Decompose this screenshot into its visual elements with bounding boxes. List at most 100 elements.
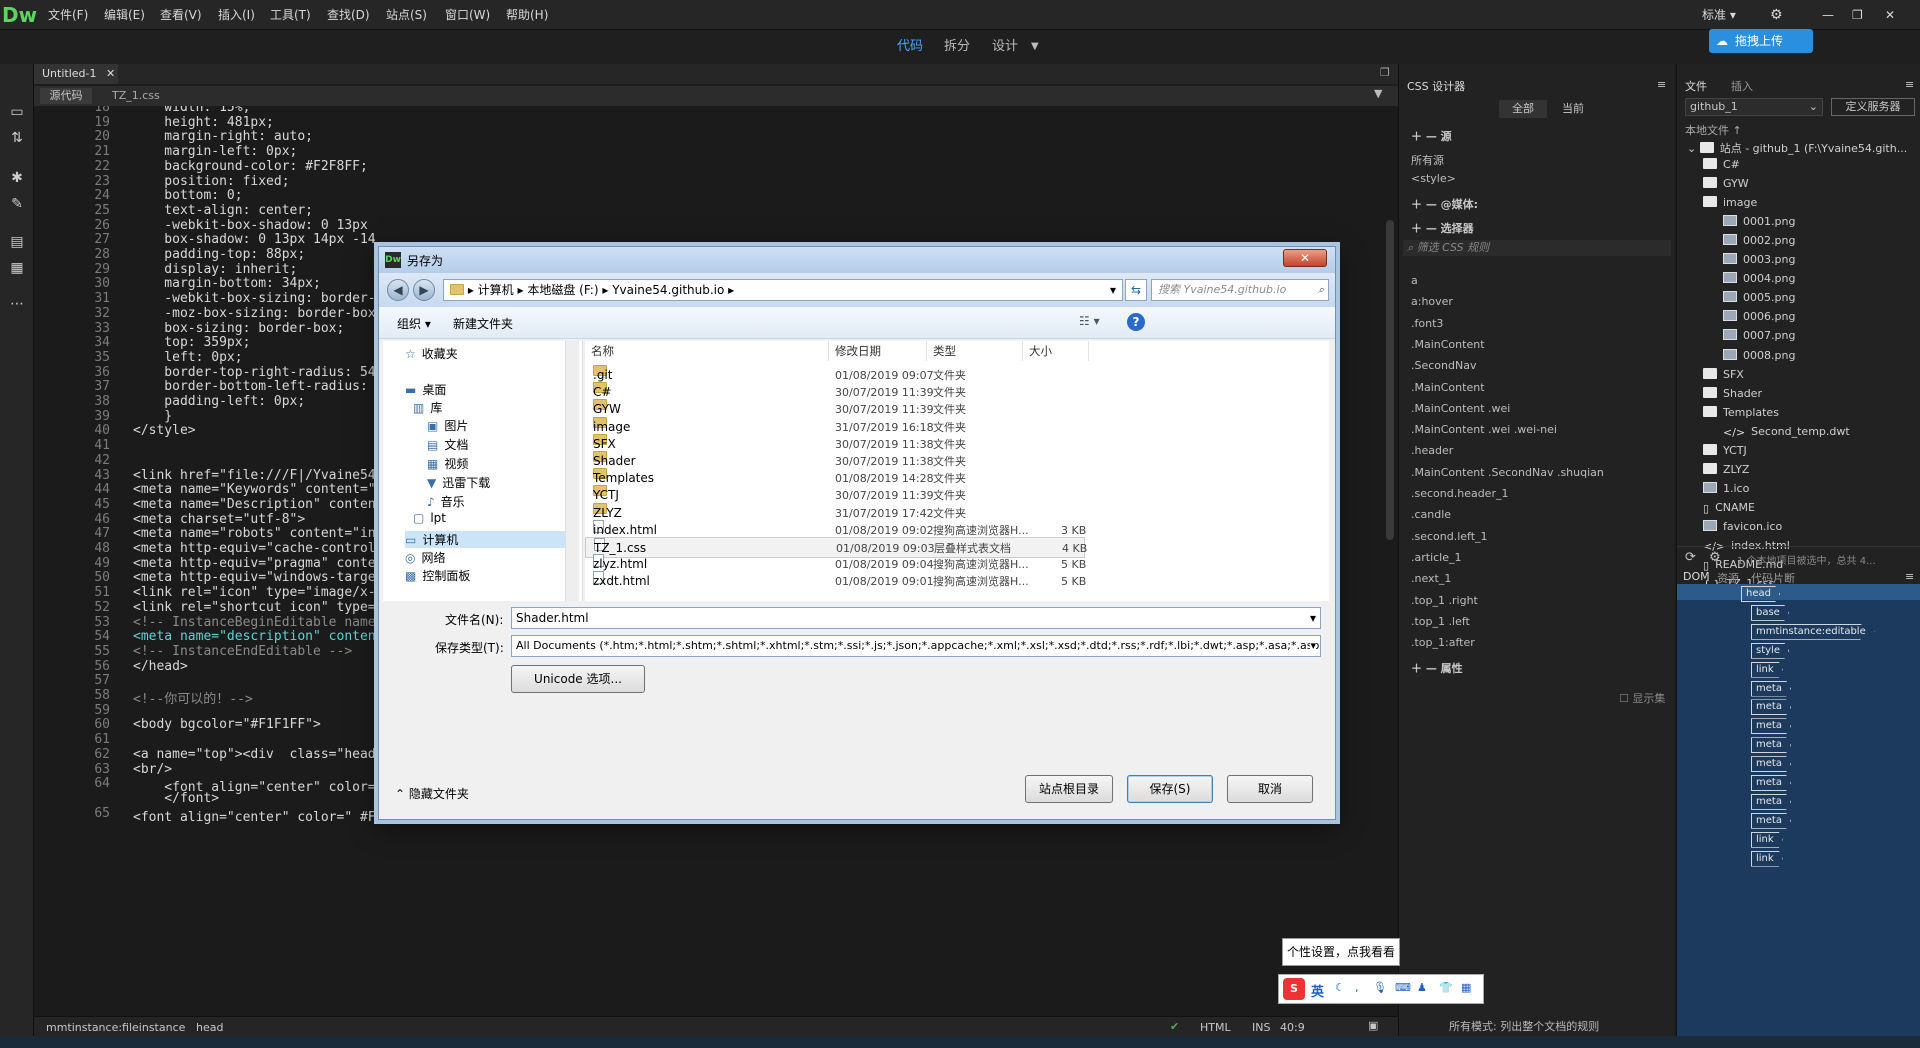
file-tree-item[interactable]: 0008.png — [1723, 348, 1795, 362]
menu-tools[interactable]: 工具(T) — [270, 0, 311, 30]
site-select[interactable]: github_1 ⌄ — [1685, 98, 1823, 116]
dom-tag[interactable]: meta — [1751, 699, 1791, 716]
path-seg-drive[interactable]: 本地磁盘 (F:) — [527, 283, 598, 297]
dialog-close-button[interactable]: ✕ — [1283, 249, 1327, 267]
properties-header[interactable]: ＋ — 属性 — [1411, 660, 1463, 676]
keyboard-icon[interactable]: ⌨ — [1395, 981, 1411, 994]
dom-tag[interactable]: meta — [1751, 756, 1791, 773]
file-tree-item[interactable]: 0004.png — [1723, 272, 1795, 285]
nav-item[interactable]: ▦ 视频 — [427, 455, 468, 472]
nav-item[interactable]: ◎ 网络 — [405, 549, 446, 566]
css-rule-item[interactable]: a:hover — [1411, 295, 1453, 308]
css-rule-item[interactable]: .second.header_1 — [1411, 487, 1508, 500]
selectors-header[interactable]: ＋ — 选择器 — [1411, 220, 1474, 236]
menu-help[interactable]: 帮助(H) — [506, 0, 548, 30]
tab-files[interactable]: 文件 — [1685, 78, 1707, 94]
help-icon[interactable]: ? — [1127, 313, 1145, 331]
filter-icon[interactable]: ▼ — [1374, 87, 1382, 100]
filename-input[interactable]: Shader.html ▾ — [511, 607, 1321, 629]
css-current-tab[interactable]: 当前 — [1549, 100, 1597, 118]
restore-icon[interactable]: ❐ — [1852, 0, 1863, 30]
css-rule-item[interactable]: .article_1 — [1411, 551, 1462, 564]
dom-tag[interactable]: meta — [1751, 680, 1791, 697]
css-rule-item[interactable]: .SecondNav — [1411, 359, 1476, 372]
mic-icon[interactable]: 🎙 — [1373, 981, 1387, 994]
brush-icon[interactable]: ✎ — [7, 194, 27, 214]
tag-selector-head[interactable]: head — [196, 1021, 223, 1034]
dom-tag[interactable]: meta — [1751, 775, 1791, 791]
tag-selector-instance[interactable]: mmtinstance:fileinstance — [46, 1021, 185, 1034]
css-rule-item[interactable]: .MainContent .SecondNav .shuqian — [1411, 466, 1604, 479]
dom-tag[interactable]: head — [1741, 586, 1780, 602]
skin-icon[interactable]: ♟ — [1417, 981, 1427, 994]
nav-item[interactable]: ☆ 收藏夹 — [405, 345, 458, 362]
file-tree-item[interactable]: 0001.png — [1723, 215, 1795, 228]
tab-insert[interactable]: 插入 — [1731, 78, 1753, 94]
css-rule-item[interactable]: .header — [1411, 444, 1453, 457]
file-tree-item[interactable]: Shader — [1703, 386, 1762, 400]
file-tree-item[interactable]: 0005.png — [1723, 291, 1795, 304]
path-seg-computer[interactable]: 计算机 — [478, 283, 514, 297]
path-seg-folder[interactable]: Yvaine54.github.io — [612, 283, 724, 297]
file-tree-item[interactable]: YCTJ — [1703, 443, 1747, 457]
dom-tag[interactable]: style — [1751, 642, 1789, 659]
site-root-button[interactable]: 站点根目录 — [1025, 775, 1113, 803]
dom-tag[interactable]: meta — [1751, 793, 1791, 810]
grid-icon[interactable]: ▦ — [1461, 981, 1471, 994]
file-tree-item[interactable]: 0003.png — [1723, 253, 1795, 266]
upload-button[interactable]: ☁ 拖拽上传 — [1709, 29, 1813, 53]
workspace-select[interactable]: 标准 ▾ — [1702, 0, 1736, 30]
connect-icon[interactable]: ⚙ — [1709, 550, 1721, 565]
menu-window[interactable]: 窗口(W) — [445, 0, 490, 30]
punct-icon[interactable]: , — [1355, 981, 1359, 994]
css-rule-item[interactable]: .next_1 — [1411, 572, 1451, 585]
css-rule-item[interactable]: .second.left_1 — [1411, 530, 1488, 543]
css-rule-item[interactable]: .MainContent — [1411, 338, 1485, 351]
close-icon[interactable]: ✕ — [1885, 0, 1895, 30]
save-type-select[interactable]: All Documents (*.htm;*.html;*.shtm;*.sht… — [511, 635, 1321, 657]
nav-scrollbar[interactable] — [565, 341, 579, 601]
dom-tag[interactable]: meta — [1751, 737, 1791, 754]
css-file-tab[interactable]: TZ_1.css — [112, 88, 160, 104]
cancel-button[interactable]: 取消 — [1227, 775, 1313, 803]
css-rule-item[interactable]: .top_1 .right — [1411, 594, 1478, 607]
file-tree-item[interactable]: Templates — [1703, 405, 1779, 419]
moon-icon[interactable]: ☾ — [1335, 981, 1345, 994]
css-designer-title[interactable]: CSS 设计器 — [1407, 78, 1465, 94]
dom-tag[interactable]: mmtinstance:editable — [1751, 623, 1875, 640]
col-date[interactable]: 修改日期 — [829, 341, 927, 361]
path-input[interactable]: ▸ 计算机 ▸ 本地磁盘 (F:) ▸ Yvaine54.github.io ▸… — [443, 279, 1123, 301]
local-files-header[interactable]: 本地文件 ↑ — [1685, 122, 1742, 138]
save-button[interactable]: 保存(S) — [1127, 775, 1213, 803]
media-header[interactable]: ＋ — @媒体: — [1411, 196, 1478, 212]
view-design-button[interactable]: 设计 — [992, 30, 1018, 64]
restore-doc-icon[interactable]: ❐ — [1380, 66, 1390, 79]
file-tree-item[interactable]: </> Second_temp.dwt — [1723, 425, 1850, 439]
style-source-item[interactable]: <style> — [1411, 172, 1456, 185]
define-server-button[interactable]: 定义服务器 — [1831, 98, 1915, 116]
minimize-icon[interactable]: — — [1822, 0, 1834, 30]
nav-item[interactable]: ▬ 桌面 — [405, 381, 446, 398]
file-tree-item[interactable]: 1.ico — [1703, 481, 1749, 495]
menu-site[interactable]: 站点(S) — [386, 0, 427, 30]
col-name[interactable]: 名称 — [585, 341, 829, 361]
file-icon[interactable]: ▭ — [7, 102, 27, 122]
organize-button[interactable]: 组织 ▾ — [397, 315, 431, 332]
file-tree-item[interactable]: ▯ CNAME — [1703, 501, 1755, 515]
css-rule-item[interactable]: .MainContent — [1411, 381, 1485, 394]
css-all-tab[interactable]: 全部 — [1499, 100, 1547, 118]
file-tree-item[interactable]: 0006.png — [1723, 310, 1795, 323]
nav-item[interactable]: ▥ 库 — [413, 399, 442, 416]
unicode-options-button[interactable]: Unicode 选项... — [511, 665, 645, 693]
file-tree-item[interactable]: favicon.ico — [1703, 519, 1782, 533]
view-code-button[interactable]: 代码 — [897, 30, 923, 64]
new-folder-button[interactable]: 新建文件夹 — [453, 315, 513, 332]
css-rule-item[interactable]: .candle — [1411, 508, 1451, 521]
nav-item[interactable]: ▭ 计算机 — [405, 531, 565, 548]
preview-icon[interactable]: ▣ — [1368, 1019, 1378, 1032]
show-set-checkbox[interactable]: ☐ 显示集 — [1619, 690, 1665, 706]
file-tree-item[interactable]: SFX — [1703, 367, 1744, 381]
sources-header[interactable]: ＋ — 源 — [1411, 128, 1452, 144]
forward-icon[interactable]: ▶ — [413, 279, 435, 301]
format-icon[interactable]: ▦ — [7, 258, 27, 278]
